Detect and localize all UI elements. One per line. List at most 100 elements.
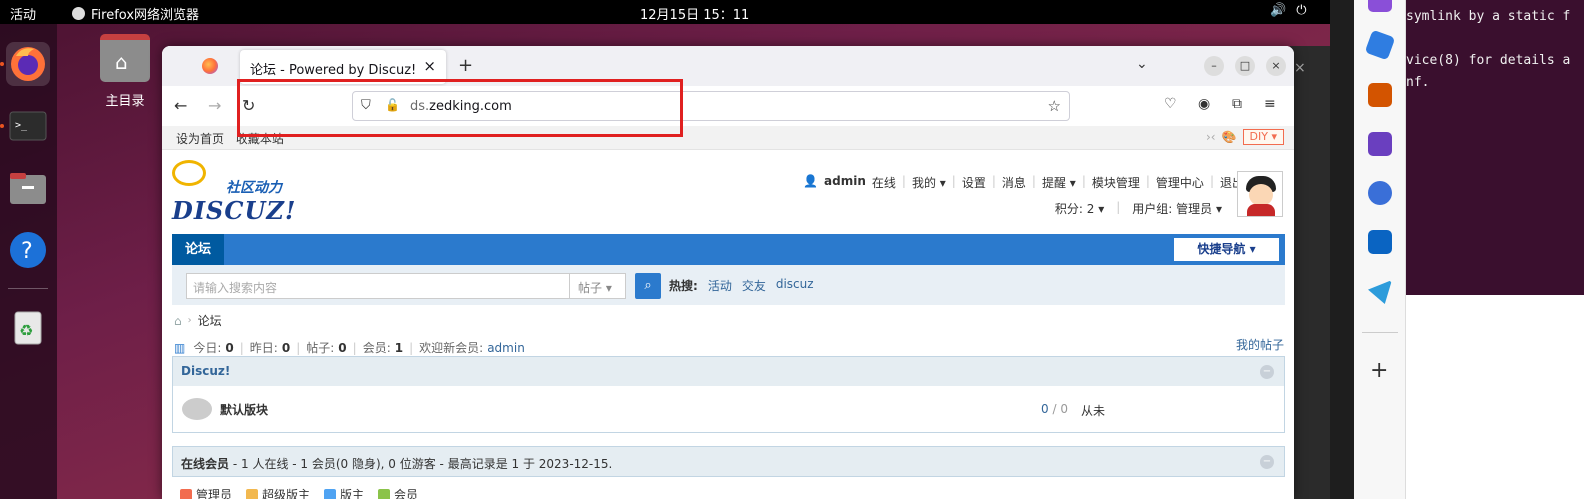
settings-link[interactable]: 设置 bbox=[962, 174, 986, 191]
quick-nav-button[interactable]: 快捷导航 ▾ bbox=[1174, 238, 1279, 261]
nav-forum-tab[interactable]: 论坛 bbox=[172, 234, 224, 265]
diy-button[interactable]: DIY ▾ bbox=[1242, 129, 1284, 145]
files-icon[interactable] bbox=[6, 166, 50, 210]
avatar[interactable] bbox=[1237, 171, 1283, 217]
posts-count: 0 bbox=[338, 340, 347, 355]
extensions-icon[interactable]: ⧉ bbox=[1232, 96, 1242, 112]
forum-stats: ▥ 今日: 0 | 昨日: 0 | 帖子: 0 | 会员: 1 | 欢迎新会员: adm… bbox=[174, 340, 525, 356]
toggle-width-icon[interactable]: ›‹ bbox=[1206, 130, 1216, 144]
tab-close-icon[interactable]: × bbox=[423, 57, 436, 75]
clock[interactable]: 12月15日 15：11 bbox=[640, 4, 749, 23]
background-window[interactable]: × bbox=[1290, 46, 1330, 499]
hot-search-term[interactable]: 活动 bbox=[708, 277, 732, 294]
tools-icon[interactable] bbox=[1368, 83, 1392, 107]
chevron-down-icon[interactable]: ⌄ bbox=[1136, 56, 1148, 72]
logo-wordmark: DISCUZ! bbox=[172, 196, 297, 225]
yesterday-count: 0 bbox=[281, 340, 291, 355]
online-title[interactable]: 在线会员 bbox=[181, 457, 229, 471]
terminal-window[interactable]: symlink by a static f vice(8) for detail… bbox=[1406, 0, 1584, 295]
games-icon[interactable] bbox=[1368, 132, 1392, 156]
search-icon[interactable] bbox=[1368, 0, 1392, 12]
discuz-logo[interactable]: 社区动力 DISCUZ! bbox=[172, 160, 302, 225]
username-link[interactable]: admin bbox=[824, 174, 866, 191]
my-menu[interactable]: 我的 ▾ bbox=[912, 174, 946, 191]
activities-button[interactable]: 活动 bbox=[10, 4, 36, 23]
menu-icon[interactable]: ≡ bbox=[1264, 96, 1276, 112]
online-status[interactable]: 在线 bbox=[872, 174, 896, 191]
forum-last-post: 从未 bbox=[1081, 404, 1106, 418]
hot-search-term[interactable]: discuz bbox=[776, 277, 814, 294]
firefox-view-icon[interactable] bbox=[202, 58, 218, 74]
breadcrumb-current[interactable]: 论坛 bbox=[198, 312, 222, 329]
forward-button[interactable]: → bbox=[208, 96, 221, 115]
back-button[interactable]: ← bbox=[174, 96, 187, 115]
annotation-highlight-box bbox=[237, 79, 683, 137]
palette-icon[interactable]: 🎨 bbox=[1222, 130, 1237, 144]
user-icon: 👤 bbox=[803, 174, 819, 188]
forum-row: 默认版块 0 / 0 从未 bbox=[172, 386, 1285, 433]
logo-tagline: 社区动力 bbox=[226, 180, 282, 196]
my-threads-link[interactable]: 我的帖子 bbox=[1236, 336, 1284, 353]
reminders-menu[interactable]: 提醒 ▾ bbox=[1042, 174, 1076, 191]
send-icon[interactable] bbox=[1368, 280, 1392, 304]
online-members-header: 在线会员 - 1 人在线 - 1 会员(0 隐身), 0 位游客 - 最高记录是… bbox=[172, 446, 1285, 477]
terminal-line: nf. bbox=[1406, 75, 1430, 90]
category-header: Discuz! − bbox=[172, 356, 1285, 387]
search-icon[interactable]: ⌕ bbox=[635, 273, 661, 299]
tab-title: 论坛 - Powered by Discuz! bbox=[250, 63, 417, 78]
edge-sidebar: + bbox=[1354, 0, 1406, 499]
search-type-select[interactable]: 帖子 ▾ bbox=[570, 273, 626, 299]
hot-search-term[interactable]: 交友 bbox=[742, 277, 766, 294]
logo-bubble-icon bbox=[172, 160, 206, 186]
online-legend: 管理员 超级版主 版主 会员 bbox=[180, 486, 418, 499]
collapse-icon[interactable]: − bbox=[1260, 455, 1274, 469]
chevron-right-icon: › bbox=[187, 315, 192, 326]
home-icon[interactable]: ⌂ bbox=[174, 314, 182, 328]
newest-member-link[interactable]: admin bbox=[487, 341, 525, 355]
app-menu[interactable]: Firefox网络浏览器 bbox=[72, 4, 199, 23]
breadcrumb: ⌂ › 论坛 bbox=[174, 312, 222, 329]
system-tray[interactable]: 🔊 ⏻ bbox=[1270, 3, 1306, 18]
points-menu[interactable]: 积分: 2 ▾ bbox=[1055, 200, 1104, 217]
maximize-button[interactable]: □ bbox=[1235, 56, 1255, 76]
shopping-tag-icon[interactable] bbox=[1364, 29, 1396, 61]
terminal-line: symlink by a static f bbox=[1406, 9, 1571, 24]
help-icon[interactable]: ? bbox=[6, 228, 50, 272]
category-title[interactable]: Discuz! bbox=[181, 364, 230, 378]
web-page: 设为首页 收藏本站 ›‹ 🎨 DIY ▾ 社区动力 DISCUZ! 👤 admi… bbox=[162, 126, 1294, 499]
firefox-icon[interactable] bbox=[6, 42, 50, 86]
terminal-icon[interactable]: >_ bbox=[6, 104, 50, 148]
trash-icon[interactable]: ♻ bbox=[6, 304, 50, 348]
volume-icon[interactable]: 🔊 bbox=[1270, 3, 1286, 18]
set-homepage-link[interactable]: 设为首页 bbox=[176, 132, 224, 146]
running-indicator bbox=[0, 62, 4, 66]
close-window-button[interactable]: × bbox=[1266, 56, 1286, 76]
module-admin-link[interactable]: 模块管理 bbox=[1092, 174, 1140, 191]
account-icon[interactable]: ◉ bbox=[1198, 96, 1210, 112]
search-input[interactable]: 请输入搜索内容 bbox=[186, 273, 570, 299]
members-label: 会员: bbox=[362, 341, 391, 355]
legend-member: 会员 bbox=[378, 486, 418, 499]
close-icon[interactable]: × bbox=[1294, 60, 1306, 76]
main-nav: 论坛 快捷导航 ▾ bbox=[172, 234, 1285, 265]
minimize-button[interactable]: – bbox=[1204, 56, 1224, 76]
home-folder-label: 主目录 bbox=[105, 94, 145, 109]
collapse-icon[interactable]: − bbox=[1260, 365, 1274, 379]
bookmark-star-icon[interactable]: ☆ bbox=[1048, 97, 1061, 115]
forum-icon bbox=[182, 398, 212, 420]
home-folder-icon: ⌂ bbox=[100, 34, 150, 82]
home-folder[interactable]: ⌂ 主目录 bbox=[98, 34, 152, 109]
pocket-icon[interactable]: ♡ bbox=[1164, 96, 1177, 112]
usergroup-menu[interactable]: 用户组: 管理员 ▾ bbox=[1132, 200, 1222, 217]
copilot-icon[interactable] bbox=[1368, 181, 1392, 205]
outlook-icon[interactable] bbox=[1368, 230, 1392, 254]
add-icon[interactable]: + bbox=[1370, 358, 1388, 383]
system-top-bar: 活动 Firefox网络浏览器 12月15日 15：11 🔊 ⏻ bbox=[0, 0, 1330, 24]
messages-link[interactable]: 消息 bbox=[1002, 174, 1026, 191]
admin-center-link[interactable]: 管理中心 bbox=[1156, 174, 1204, 191]
power-icon[interactable]: ⏻ bbox=[1296, 3, 1306, 18]
new-tab-button[interactable]: + bbox=[458, 55, 473, 76]
forum-name[interactable]: 默认版块 bbox=[220, 401, 268, 418]
online-detail: - 1 人在线 - 1 会员(0 隐身), 0 位游客 - 最高记录是 1 于 … bbox=[232, 457, 613, 471]
today-count: 0 bbox=[225, 340, 234, 355]
